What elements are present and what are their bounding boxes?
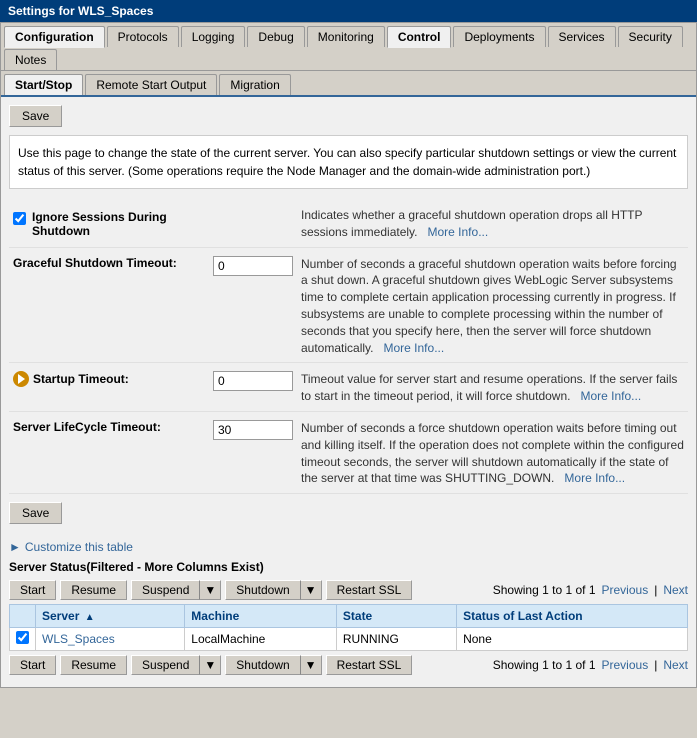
chevron-down-icon-4: ▼: [305, 658, 317, 672]
chevron-down-icon-2: ▼: [305, 583, 317, 597]
chevron-down-icon: ▼: [204, 583, 216, 597]
column-header-last-action: Status of Last Action: [457, 605, 688, 628]
lifecycle-timeout-input[interactable]: [213, 420, 293, 440]
next-link-top[interactable]: Next: [663, 583, 688, 597]
shutdown-dropdown-top[interactable]: Shutdown ▼: [225, 580, 321, 600]
graceful-timeout-more-info[interactable]: More Info...: [384, 341, 445, 355]
row-checkbox[interactable]: [16, 631, 29, 644]
graceful-timeout-input[interactable]: [213, 256, 293, 276]
save-button-bottom[interactable]: Save: [9, 502, 62, 524]
chevron-down-icon-3: ▼: [204, 658, 216, 672]
sub-tab-start-stop[interactable]: Start/Stop: [4, 74, 83, 95]
suspend-dropdown-bottom[interactable]: Suspend ▼: [131, 655, 221, 675]
server-status-title: Server Status(Filtered - More Columns Ex…: [9, 560, 688, 574]
main-tab-bar: Configuration Protocols Logging Debug Mo…: [1, 23, 696, 71]
lifecycle-timeout-row: Server LifeCycle Timeout: Number of seco…: [9, 411, 688, 493]
tab-control[interactable]: Control: [387, 26, 452, 48]
previous-link-top[interactable]: Previous: [602, 583, 649, 597]
suspend-dropdown-top[interactable]: Suspend ▼: [131, 580, 221, 600]
settings-form: Ignore Sessions During Shutdown Indicate…: [9, 201, 688, 494]
window-title: Settings for WLS_Spaces: [8, 4, 153, 18]
sub-tab-remote-start-output[interactable]: Remote Start Output: [85, 74, 217, 95]
machine-cell: LocalMachine: [185, 628, 337, 651]
tab-services[interactable]: Services: [548, 26, 616, 47]
ignore-sessions-more-info[interactable]: More Info...: [428, 225, 489, 239]
start-button-bottom[interactable]: Start: [9, 655, 56, 675]
tab-notes[interactable]: Notes: [4, 49, 57, 70]
restart-ssl-button-top[interactable]: Restart SSL: [326, 580, 413, 600]
sub-tab-migration[interactable]: Migration: [219, 74, 290, 95]
server-status-section: Server Status(Filtered - More Columns Ex…: [9, 560, 688, 675]
ignore-sessions-row: Ignore Sessions During Shutdown Indicate…: [9, 201, 688, 247]
startup-timeout-more-info[interactable]: More Info...: [580, 389, 641, 403]
shutdown-arrow-top[interactable]: ▼: [300, 580, 322, 600]
startup-timeout-input[interactable]: [213, 371, 293, 391]
column-header-state: State: [336, 605, 456, 628]
state-cell: RUNNING: [336, 628, 456, 651]
row-checkbox-cell: [10, 628, 36, 651]
startup-timeout-row: Startup Timeout: Timeout value for serve…: [9, 363, 688, 412]
tab-configuration[interactable]: Configuration: [4, 26, 105, 48]
sort-icon-server: ▲: [85, 612, 95, 623]
column-header-server[interactable]: Server ▲: [36, 605, 185, 628]
suspend-arrow-bottom[interactable]: ▼: [199, 655, 221, 675]
server-status-toolbar-bottom: Start Resume Suspend ▼ Shutdown ▼: [9, 655, 688, 675]
sub-tab-bar: Start/Stop Remote Start Output Migration: [1, 71, 696, 97]
tab-protocols[interactable]: Protocols: [107, 26, 179, 47]
resume-button-top[interactable]: Resume: [60, 580, 127, 600]
lifecycle-timeout-more-info[interactable]: More Info...: [564, 471, 625, 485]
ignore-sessions-checkbox[interactable]: [13, 212, 26, 225]
server-status-table: Server ▲ Machine State Status of Last Ac…: [9, 604, 688, 651]
customize-table-link[interactable]: ► Customize this table: [9, 540, 688, 554]
window-title-bar: Settings for WLS_Spaces: [0, 0, 697, 22]
shutdown-dropdown-bottom[interactable]: Shutdown ▼: [225, 655, 321, 675]
resume-button-bottom[interactable]: Resume: [60, 655, 127, 675]
next-link-bottom[interactable]: Next: [663, 658, 688, 672]
tab-security[interactable]: Security: [618, 26, 683, 47]
previous-link-bottom[interactable]: Previous: [602, 658, 649, 672]
graceful-timeout-row: Graceful Shutdown Timeout: Number of sec…: [9, 247, 688, 363]
server-link[interactable]: WLS_Spaces: [42, 632, 115, 646]
tab-debug[interactable]: Debug: [247, 26, 304, 47]
tab-deployments[interactable]: Deployments: [453, 26, 545, 47]
suspend-arrow-top[interactable]: ▼: [199, 580, 221, 600]
startup-icon: [13, 371, 29, 387]
tab-monitoring[interactable]: Monitoring: [307, 26, 385, 47]
save-button-top[interactable]: Save: [9, 105, 62, 127]
info-box: Use this page to change the state of the…: [9, 135, 688, 189]
table-row: WLS_Spaces LocalMachine RUNNING None: [10, 628, 688, 651]
column-header-machine: Machine: [185, 605, 337, 628]
start-button-top[interactable]: Start: [9, 580, 56, 600]
customize-arrow-icon: ►: [9, 540, 21, 554]
server-status-toolbar-top: Start Resume Suspend ▼ Shutdown ▼: [9, 580, 688, 600]
paging-info-top: Showing 1 to 1 of 1 Previous | Next: [493, 583, 688, 597]
tab-logging[interactable]: Logging: [181, 26, 246, 47]
shutdown-arrow-bottom[interactable]: ▼: [300, 655, 322, 675]
last-action-cell: None: [457, 628, 688, 651]
server-name-cell: WLS_Spaces: [36, 628, 185, 651]
paging-info-bottom: Showing 1 to 1 of 1 Previous | Next: [493, 658, 688, 672]
table-checkbox-header: [10, 605, 36, 628]
restart-ssl-button-bottom[interactable]: Restart SSL: [326, 655, 413, 675]
